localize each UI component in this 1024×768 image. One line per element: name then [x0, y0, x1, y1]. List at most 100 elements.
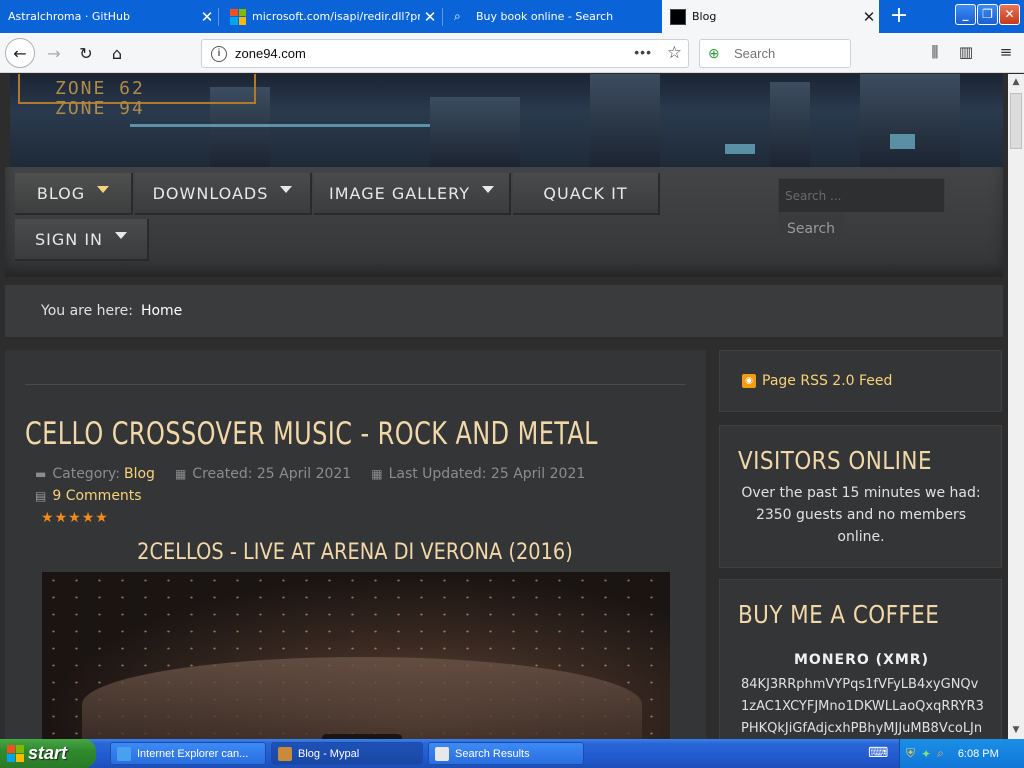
folder-icon: ▬ [35, 467, 47, 481]
menu-item-label: SIGN IN [34, 229, 103, 249]
scroll-up-arrow-icon[interactable]: ▲ [1008, 74, 1024, 91]
sidebar-toggle-icon[interactable]: ▥ [956, 43, 976, 63]
rss-link[interactable]: Page RSS 2.0 Feed [762, 373, 892, 389]
caret-down-icon [481, 185, 494, 193]
comments-link[interactable]: ▤ 9 Comments [35, 488, 142, 504]
tab-separator [218, 8, 219, 26]
video-embed[interactable] [42, 572, 670, 739]
site-search-input[interactable]: Search ... [778, 178, 945, 213]
star-icon: ★ [41, 510, 55, 526]
tab-github[interactable]: Astralchroma · GitHub ✕ [0, 0, 217, 33]
menu-item-label: QUACK IT [543, 183, 628, 203]
close-icon[interactable]: ✕ [197, 8, 217, 26]
breadcrumb-home-link[interactable]: Home [141, 303, 182, 319]
forward-button[interactable]: → [40, 39, 68, 67]
taskbar-item-label: Blog - Mypal [298, 747, 360, 760]
menu-item-sign-in[interactable]: SIGN IN [15, 219, 149, 261]
taskbar-item-label: Search Results [455, 747, 530, 760]
breadcrumb-prefix: You are here: [41, 303, 133, 319]
search-icon: ⌕ [454, 8, 461, 23]
article-title[interactable]: CELLO CROSSOVER MUSIC - ROCK AND METAL [25, 416, 598, 452]
coffee-title: BUY ME A COFFEE [738, 600, 940, 629]
article-created: ▦ Created: 25 April 2021 [175, 466, 351, 482]
taskbar-item-label: Internet Explorer can... [137, 747, 249, 760]
microsoft-logo-icon [230, 8, 246, 25]
banner-building [590, 74, 660, 167]
scroll-thumb[interactable] [1010, 93, 1022, 149]
site-main-menu: BLOG DOWNLOADS IMAGE GALLERY QUACK IT SI… [5, 167, 1003, 277]
created-date: Created: 25 April 2021 [192, 466, 352, 482]
reload-button[interactable]: ↻ [72, 39, 100, 67]
shield-icon[interactable]: ⛨ [906, 746, 915, 761]
close-icon[interactable]: ✕ [859, 8, 879, 26]
menu-item-label: DOWNLOADS [152, 183, 269, 203]
logo-line-1: ZONE 62 [55, 78, 145, 99]
library-icon[interactable]: ⫼ [925, 43, 945, 63]
comment-icon: ▤ [35, 489, 47, 503]
tab-blog[interactable]: Blog ✕ [662, 0, 879, 33]
tab-label: Blog [692, 10, 717, 23]
maximize-button[interactable]: ❐ [977, 4, 998, 25]
tab-separator [442, 8, 443, 26]
page-viewport: ZONE 62 ZONE 94 BLOG DOWNLOADS IMAGE GAL… [0, 74, 1008, 739]
scroll-down-arrow-icon[interactable]: ▼ [1008, 722, 1024, 739]
site-search-button[interactable]: Search [778, 214, 844, 244]
caret-down-icon [280, 185, 293, 193]
page-actions-icon[interactable]: ••• [634, 44, 652, 60]
video-title: 2CELLOS - LIVE AT ARENA DI VERONA (2016) [137, 540, 573, 565]
bookmark-star-icon[interactable]: ☆ [667, 43, 682, 63]
menu-item-blog[interactable]: BLOG [15, 173, 133, 215]
reload-icon: ↻ [79, 43, 93, 63]
taskbar-item-search-results[interactable]: Search Results [428, 742, 584, 765]
browser-tab-strip: Astralchroma · GitHub ✕ microsoft.com/is… [0, 0, 1024, 33]
banner-building [430, 97, 520, 167]
url-bar[interactable]: i zone94.com ••• ☆ [201, 39, 689, 68]
coffee-wallet-address[interactable]: 84KJ3RRphmVYPqs1fVFyLB4xyGNQv1zAC1XCYFJM… [741, 674, 986, 739]
coffee-coin-name: MONERO (XMR) [794, 652, 929, 668]
breadcrumb: You are here: Home [5, 285, 1003, 337]
search-tray-icon[interactable]: ⌕ [937, 746, 944, 761]
menu-item-image-gallery[interactable]: IMAGE GALLERY [314, 173, 511, 215]
windows-taskbar: start Internet Explorer can... Blog - My… [0, 739, 1024, 768]
site-logo[interactable]: ZONE 62 ZONE 94 [55, 79, 145, 119]
page-scrollbar[interactable]: ▲ ▼ [1008, 74, 1024, 739]
article-updated: ▦ Last Updated: 25 April 2021 [371, 466, 585, 482]
rating-stars[interactable]: ★★★★★ [41, 510, 109, 526]
site-favicon-icon [670, 8, 686, 25]
calendar-icon: ▦ [371, 467, 383, 481]
banner-light [725, 144, 755, 154]
tab-microsoft[interactable]: microsoft.com/isapi/redir.dll?prd= ✕ [222, 0, 440, 33]
category-link[interactable]: Blog [124, 466, 155, 482]
internet-explorer-icon [117, 746, 131, 761]
visitors-title: VISITORS ONLINE [738, 446, 932, 475]
tab-search[interactable]: ⌕ Buy book online - Search [446, 0, 661, 33]
rss-icon: ◉ [742, 374, 756, 388]
tab-label: microsoft.com/isapi/redir.dll?prd= [252, 10, 420, 23]
keyboard-icon[interactable]: ⌨ [868, 745, 888, 761]
network-icon[interactable]: ✦ [921, 747, 931, 761]
url-text: zone94.com [235, 46, 306, 61]
info-icon[interactable]: i [211, 45, 227, 62]
menu-item-quack-it[interactable]: QUACK IT [513, 173, 660, 215]
menu-item-downloads[interactable]: DOWNLOADS [135, 173, 312, 215]
buy-me-coffee-box: BUY ME A COFFEE MONERO (XMR) 84KJ3RRphmV… [719, 579, 1002, 739]
home-button[interactable]: ⌂ [103, 39, 131, 67]
close-icon[interactable]: ✕ [420, 8, 440, 26]
taskbar-item-ie[interactable]: Internet Explorer can... [110, 742, 266, 765]
windows-logo-icon [7, 745, 24, 762]
new-tab-button[interactable]: + [886, 4, 912, 30]
hamburger-menu-icon[interactable]: ≡ [996, 43, 1016, 63]
banner-light [890, 134, 915, 149]
close-window-button[interactable]: ✕ [999, 4, 1020, 25]
start-button[interactable]: start [0, 739, 96, 768]
logo-line-2: ZONE 94 [55, 98, 145, 119]
taskbar-item-mypal[interactable]: Blog - Mypal [271, 742, 423, 765]
minimize-button[interactable]: _ [955, 4, 976, 25]
back-button[interactable]: ← [5, 38, 35, 68]
browser-search-input[interactable]: ⊕ Search [699, 39, 851, 68]
home-icon: ⌂ [111, 43, 123, 63]
menu-item-label: BLOG [36, 183, 86, 203]
tab-label: Astralchroma · GitHub [8, 10, 130, 23]
arrow-right-icon: → [47, 43, 61, 63]
star-icon: ★ [54, 510, 69, 526]
